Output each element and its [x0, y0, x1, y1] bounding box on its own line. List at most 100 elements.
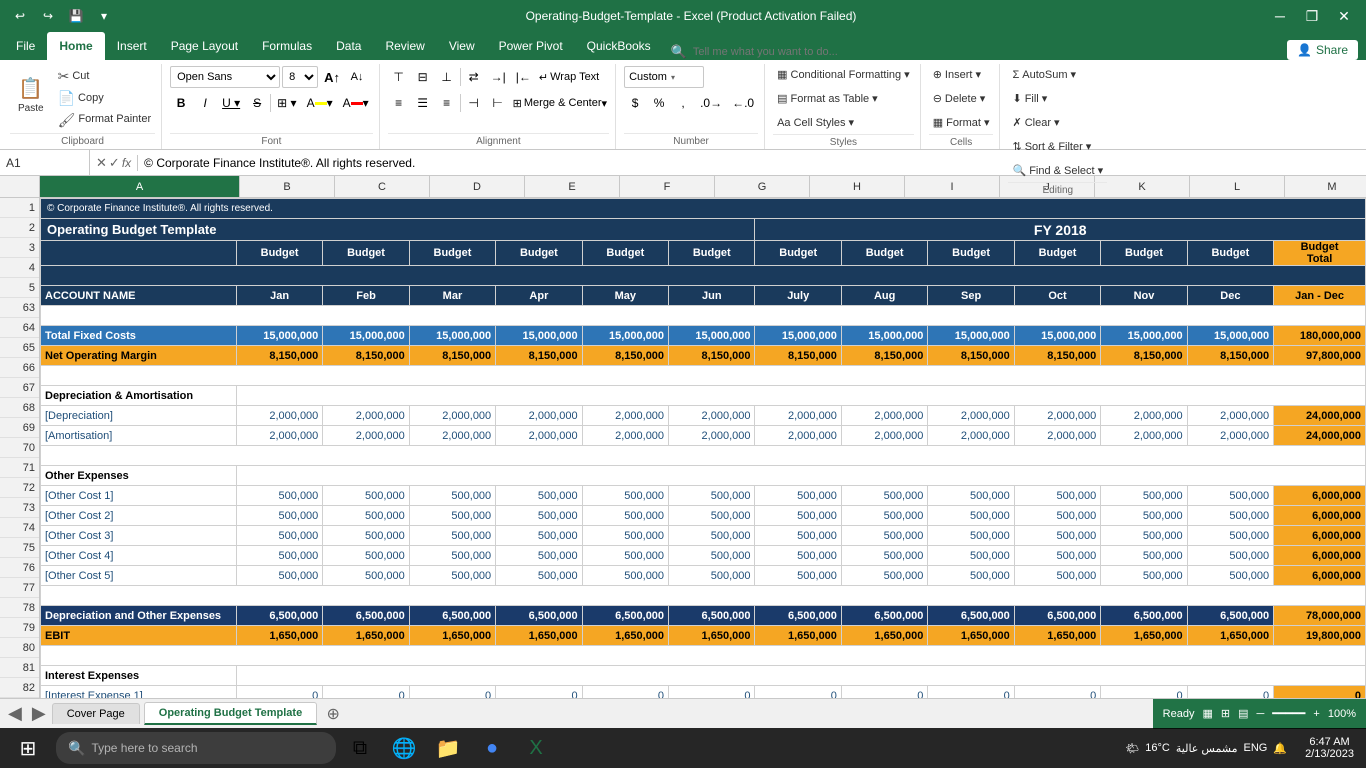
bold-button[interactable]: B: [170, 92, 192, 114]
tell-me-input[interactable]: [693, 46, 893, 58]
col-header-L[interactable]: L: [1190, 176, 1285, 198]
undo-button[interactable]: ↩: [8, 4, 32, 28]
text-direction-button[interactable]: ⇄: [463, 66, 485, 88]
col-header-C[interactable]: C: [335, 176, 430, 198]
tab-power-pivot[interactable]: Power Pivot: [487, 32, 575, 60]
indent-more-button[interactable]: →|: [487, 66, 510, 88]
find-select-button[interactable]: 🔍 Find & Select ▾: [1008, 162, 1107, 182]
tab-page-layout[interactable]: Page Layout: [159, 32, 250, 60]
save-button[interactable]: 💾: [64, 4, 88, 28]
col-header-I[interactable]: I: [905, 176, 1000, 198]
col-header-E[interactable]: E: [525, 176, 620, 198]
align-bottom-button[interactable]: ⊥: [436, 66, 458, 88]
insert-function-button[interactable]: fx: [122, 156, 131, 170]
tab-insert[interactable]: Insert: [105, 32, 159, 60]
font-size-select[interactable]: 8: [282, 66, 318, 88]
customize-qat-button[interactable]: ▾: [92, 4, 116, 28]
align-middle-button[interactable]: ⊟: [412, 66, 434, 88]
view-page-break-button[interactable]: ▤: [1238, 707, 1248, 720]
taskbar-explorer-icon[interactable]: 📁: [428, 728, 468, 768]
decrease-decimal-button[interactable]: ←.0: [728, 92, 758, 114]
format-painter-button[interactable]: 🖌 Format Painter: [54, 110, 156, 131]
col-header-G[interactable]: G: [715, 176, 810, 198]
tab-file[interactable]: File: [4, 32, 47, 60]
zoom-out-button[interactable]: ─: [1257, 708, 1265, 720]
restore-button[interactable]: ❐: [1298, 2, 1326, 30]
increase-decimal-button[interactable]: .0→: [696, 92, 726, 114]
formula-input[interactable]: [138, 150, 1366, 175]
view-normal-button[interactable]: ▦: [1202, 707, 1212, 720]
nav-prev-sheet-button[interactable]: ◀: [4, 703, 26, 724]
align-right-button[interactable]: ≡: [436, 92, 458, 114]
borders-button[interactable]: ⊞ ▾: [273, 92, 300, 114]
delete-button[interactable]: ⊖ Delete ▾: [929, 90, 990, 110]
taskbar-search-input[interactable]: [91, 741, 311, 755]
system-clock[interactable]: 6:47 AM 2/13/2023: [1297, 736, 1362, 760]
tab-data[interactable]: Data: [324, 32, 373, 60]
tab-formulas[interactable]: Formulas: [250, 32, 324, 60]
col-header-B[interactable]: B: [240, 176, 335, 198]
align-center-button[interactable]: ☰: [412, 92, 434, 114]
percent-button[interactable]: %: [648, 92, 670, 114]
close-button[interactable]: ✕: [1330, 2, 1358, 30]
view-page-layout-button[interactable]: ⊞: [1221, 707, 1230, 720]
fill-color-button[interactable]: A▾: [303, 92, 337, 114]
increase-font-button[interactable]: A↑: [320, 66, 344, 88]
insert-button[interactable]: ⊕ Insert ▾: [929, 66, 985, 86]
sheet-body[interactable]: © Corporate Finance Institute®. All righ…: [40, 198, 1366, 698]
cut-button[interactable]: ✂ Cut: [54, 66, 156, 87]
accounting-format-button[interactable]: $: [624, 92, 646, 114]
minimize-button[interactable]: ─: [1266, 2, 1294, 30]
col-header-M[interactable]: M: [1285, 176, 1366, 198]
col-header-F[interactable]: F: [620, 176, 715, 198]
col-header-H[interactable]: H: [810, 176, 905, 198]
redo-button[interactable]: ↪: [36, 4, 60, 28]
copy-button[interactable]: 📄 Copy: [54, 88, 156, 109]
indent-less-button[interactable]: |←: [512, 66, 535, 88]
font-color-button[interactable]: A▾: [339, 92, 373, 114]
clear-button[interactable]: ✗ Clear ▾: [1008, 114, 1063, 134]
share-button[interactable]: 👤Share: [1287, 40, 1358, 60]
number-format-select[interactable]: Custom ▾: [624, 66, 704, 88]
name-box[interactable]: A1: [0, 150, 90, 175]
conditional-formatting-button[interactable]: ▦ Conditional Formatting ▾: [773, 66, 914, 86]
format-as-table-button[interactable]: ▤ Format as Table ▾: [773, 90, 882, 110]
decrease-indent-button[interactable]: ⊣: [463, 92, 485, 114]
taskbar-edge-icon[interactable]: 🌐: [384, 728, 424, 768]
autosum-button[interactable]: Σ AutoSum ▾: [1008, 66, 1080, 86]
nav-next-sheet-button[interactable]: ▶: [28, 703, 50, 724]
italic-button[interactable]: I: [194, 92, 216, 114]
notification-icon[interactable]: 🔔: [1273, 742, 1287, 755]
tab-review[interactable]: Review: [373, 32, 436, 60]
cell-styles-button[interactable]: Aa Cell Styles ▾: [773, 114, 858, 134]
taskview-button[interactable]: ⧉: [340, 728, 380, 768]
taskbar-search-box[interactable]: 🔍: [56, 732, 336, 764]
tab-home[interactable]: Home: [47, 32, 104, 60]
strikethrough-button[interactable]: S: [246, 92, 268, 114]
font-name-select[interactable]: Open Sans: [170, 66, 280, 88]
wrap-text-button[interactable]: ↵Wrap Text: [537, 69, 601, 86]
sort-filter-button[interactable]: ⇅ Sort & Filter ▾: [1008, 138, 1095, 158]
decrease-font-button[interactable]: A↓: [346, 66, 368, 88]
align-left-button[interactable]: ≡: [388, 92, 410, 114]
format-button[interactable]: ▦ Format ▾: [929, 114, 994, 134]
start-button[interactable]: ⊞: [4, 728, 52, 768]
underline-button[interactable]: U ▾: [218, 92, 244, 114]
col-header-D[interactable]: D: [430, 176, 525, 198]
comma-button[interactable]: ,: [672, 92, 694, 114]
tab-view[interactable]: View: [437, 32, 487, 60]
cancel-formula-button[interactable]: ✕: [96, 155, 107, 171]
add-sheet-button[interactable]: ⊕: [321, 703, 345, 725]
sheet-tab-cover-page[interactable]: Cover Page: [52, 703, 140, 724]
increase-indent-button[interactable]: ⊢: [487, 92, 509, 114]
align-top-button[interactable]: ⊤: [388, 66, 410, 88]
col-header-A[interactable]: A: [40, 176, 240, 198]
tab-quickbooks[interactable]: QuickBooks: [575, 32, 663, 60]
paste-button[interactable]: 📋 Paste: [10, 66, 52, 126]
sheet-tab-operating-budget[interactable]: Operating Budget Template: [144, 702, 317, 725]
zoom-in-button[interactable]: +: [1313, 708, 1319, 720]
confirm-formula-button[interactable]: ✓: [109, 155, 120, 171]
col-header-K[interactable]: K: [1095, 176, 1190, 198]
taskbar-chrome-icon[interactable]: ●: [472, 728, 512, 768]
taskbar-excel-icon[interactable]: X: [516, 728, 556, 768]
